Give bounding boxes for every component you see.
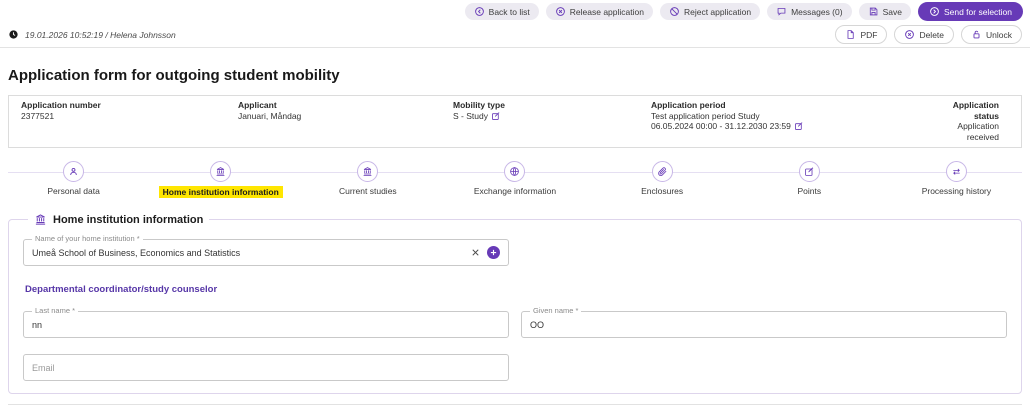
pdf-button[interactable]: PDF — [835, 25, 887, 44]
clock-icon — [8, 29, 19, 40]
tab-label: Current studies — [339, 186, 397, 196]
tab-personal-data[interactable]: Personal data — [0, 161, 147, 198]
unlock-button[interactable]: Unlock — [961, 25, 1022, 44]
paperclip-icon — [652, 161, 673, 182]
release-application-label: Release application — [570, 7, 644, 17]
messages-button[interactable]: Messages (0) — [767, 3, 852, 20]
edit-icon — [799, 161, 820, 182]
reject-application-label: Reject application — [684, 7, 751, 17]
x-circle-icon — [904, 29, 915, 40]
tab-home-institution-information[interactable]: Home institution information — [147, 161, 294, 198]
x-circle-icon — [555, 6, 566, 17]
tab-processing-history[interactable]: Processing history — [883, 161, 1030, 198]
tab-points[interactable]: Points — [736, 161, 883, 198]
floppy-icon — [868, 6, 879, 17]
tab-label: Exchange information — [474, 186, 556, 196]
delete-button[interactable]: Delete — [894, 25, 954, 44]
name-row: Last name * Given name * — [23, 311, 1007, 338]
tab-label: Personal data — [47, 186, 99, 196]
last-modified-info: 19.01.2026 10:52:19 / Helena Johnsson — [8, 29, 176, 40]
edit-icon[interactable] — [491, 111, 501, 121]
application-status-value: Application received — [957, 121, 999, 142]
bank-icon — [210, 161, 231, 182]
message-icon — [776, 6, 787, 17]
send-for-selection-button[interactable]: Send for selection — [918, 2, 1023, 21]
tab-label: Points — [797, 186, 821, 196]
release-application-button[interactable]: Release application — [546, 3, 653, 20]
edit-icon[interactable] — [794, 121, 804, 131]
applicant-label: Applicant — [238, 100, 443, 111]
tab-label: Enclosures — [641, 186, 683, 196]
application-status-label: Application status — [927, 100, 999, 121]
given-name-input[interactable] — [530, 320, 998, 330]
back-to-list-label: Back to list — [489, 7, 530, 17]
messages-label: Messages (0) — [791, 7, 843, 17]
home-institution-input[interactable] — [32, 248, 470, 258]
email-field — [23, 354, 509, 381]
tab-label: Home institution information — [159, 186, 283, 198]
back-to-list-button[interactable]: Back to list — [465, 3, 539, 20]
application-status-field: Application status Application received — [927, 100, 999, 142]
delete-label: Delete — [919, 30, 944, 40]
save-button[interactable]: Save — [859, 3, 911, 20]
top-toolbar: Back to list Release application Reject … — [0, 0, 1030, 23]
last-modified-text: 19.01.2026 10:52:19 / Helena Johnsson — [25, 30, 176, 40]
person-icon — [63, 161, 84, 182]
home-institution-label: Name of your home institution * — [32, 235, 143, 243]
given-name-label: Given name * — [530, 307, 581, 315]
mobility-type-field: Mobility type S - Study — [453, 100, 641, 142]
status-bar: 19.01.2026 10:52:19 / Helena Johnsson PD… — [0, 23, 1030, 48]
plus-circle-icon — [489, 248, 498, 257]
padlock-icon — [971, 29, 982, 40]
pdf-label: PDF — [860, 30, 877, 40]
document-icon — [845, 29, 856, 40]
history-icon — [946, 161, 967, 182]
tab-current-studies[interactable]: Current studies — [294, 161, 441, 198]
home-institution-field: Name of your home institution * — [23, 239, 509, 266]
application-period-label: Application period — [651, 100, 917, 111]
form-stepper: Personal data Home institution informati… — [0, 161, 1030, 198]
applicant-field: Applicant Januari, Måndag — [238, 100, 443, 142]
last-name-field: Last name * — [23, 311, 509, 338]
bank-icon — [357, 161, 378, 182]
tab-enclosures[interactable]: Enclosures — [589, 161, 736, 198]
last-name-label: Last name * — [32, 307, 78, 315]
application-period-name: Test application period Study — [651, 111, 760, 121]
globe-icon — [504, 161, 525, 182]
application-period-range: 06.05.2024 00:00 - 31.12.2030 23:59 — [651, 121, 791, 131]
application-number-value: 2377521 — [21, 111, 54, 121]
application-number-field: Application number 2377521 — [21, 100, 228, 142]
application-summary-box: Application number 2377521 Applicant Jan… — [8, 95, 1022, 148]
tab-label: Processing history — [922, 186, 991, 196]
page-title: Application form for outgoing student mo… — [8, 67, 1030, 84]
mobility-type-value: S - Study — [453, 111, 488, 121]
arrow-left-circle-icon — [474, 6, 485, 17]
unlock-label: Unlock — [986, 30, 1012, 40]
footer-divider — [8, 404, 1022, 405]
given-name-field: Given name * — [521, 311, 1007, 338]
applicant-value: Januari, Måndag — [238, 111, 301, 121]
home-institution-section: Home institution information Name of you… — [8, 213, 1022, 394]
arrow-right-circle-icon — [929, 6, 940, 17]
bank-icon — [34, 213, 47, 226]
send-for-selection-label: Send for selection — [944, 7, 1012, 17]
email-input[interactable] — [32, 363, 500, 373]
reject-application-button[interactable]: Reject application — [660, 3, 760, 20]
save-label: Save — [883, 7, 902, 17]
prohibition-icon — [669, 6, 680, 17]
last-name-input[interactable] — [32, 320, 500, 330]
section-legend: Home institution information — [28, 213, 209, 226]
mobility-type-label: Mobility type — [453, 100, 641, 111]
tab-exchange-information[interactable]: Exchange information — [441, 161, 588, 198]
application-number-label: Application number — [21, 100, 228, 111]
status-actions: PDF Delete Unlock — [835, 25, 1022, 44]
section-title: Home institution information — [53, 214, 203, 226]
coordinator-subheading: Departmental coordinator/study counselor — [25, 284, 1007, 295]
add-institution-button[interactable] — [487, 246, 500, 259]
application-period-field: Application period Test application peri… — [651, 100, 917, 142]
clear-x-icon[interactable] — [470, 247, 481, 258]
